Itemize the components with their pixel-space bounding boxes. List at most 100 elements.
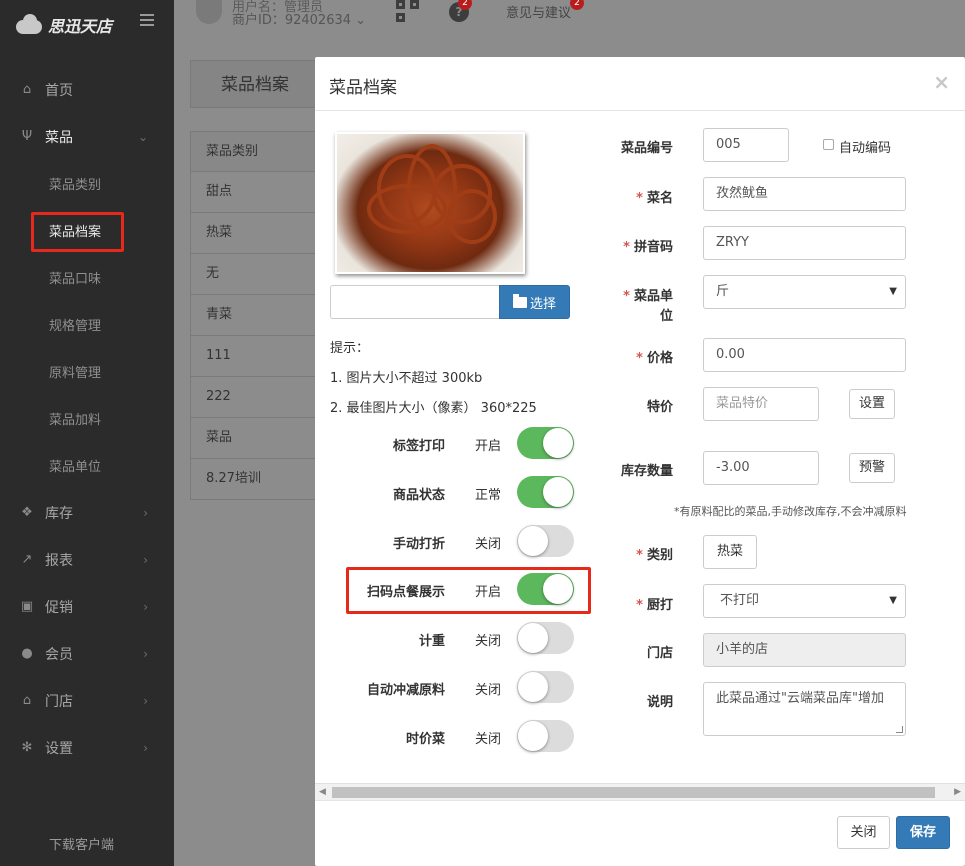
scroll-left-icon[interactable]: ◀ bbox=[319, 787, 326, 797]
stock-alert-button[interactable]: 预警 bbox=[849, 453, 895, 483]
sidebar-item-label: 报表 bbox=[45, 552, 73, 569]
description-textarea[interactable]: 此菜品通过"云端菜品库"增加 bbox=[703, 682, 906, 736]
select-image-button[interactable]: 选择 bbox=[499, 285, 570, 319]
sidebar-item-home[interactable]: ⌂ 首页 bbox=[0, 66, 174, 113]
sidebar-item-stores[interactable]: ⌂ 门店 › bbox=[0, 677, 174, 724]
switch-label: 计重 bbox=[418, 634, 445, 649]
kitchen-print-value: 不打印 bbox=[720, 593, 760, 608]
sidebar-item-reports[interactable]: ↗ 报表 › bbox=[0, 536, 174, 583]
auto-deduct-toggle[interactable] bbox=[517, 671, 574, 703]
store-input: 小羊的店 bbox=[703, 633, 906, 667]
auto-code-checkbox[interactable] bbox=[823, 139, 834, 150]
table-row[interactable]: 热菜 bbox=[190, 213, 330, 254]
category-label: * 类别 bbox=[636, 548, 673, 563]
close-icon[interactable]: × bbox=[933, 70, 950, 94]
save-button[interactable]: 保存 bbox=[896, 816, 950, 849]
gear-icon: ✻ bbox=[21, 740, 33, 755]
menu-toggle-icon[interactable] bbox=[140, 14, 154, 26]
name-input[interactable]: 孜然鱿鱼 bbox=[703, 177, 906, 211]
bank-icon: ⌂ bbox=[22, 693, 32, 708]
caret-down-icon: ▼ bbox=[889, 595, 897, 606]
resize-grip-icon[interactable] bbox=[896, 726, 903, 733]
sidebar-item-dishes[interactable]: Ψ 菜品 ⌄ bbox=[0, 113, 174, 160]
app-logo[interactable]: 思迅天店 bbox=[16, 10, 112, 40]
manual-discount-toggle[interactable] bbox=[517, 525, 574, 557]
table-row[interactable]: 111 bbox=[190, 336, 330, 377]
switch-row-product-status: 商品状态 正常 bbox=[315, 476, 595, 510]
switch-state: 关闭 bbox=[475, 634, 502, 649]
table-row[interactable]: 甜点 bbox=[190, 172, 330, 213]
sidebar: 思迅天店 ⌂ 首页 Ψ 菜品 ⌄ 菜品类别 菜品档案 菜品口味 规格管理 原料管… bbox=[0, 0, 174, 866]
horizontal-scrollbar[interactable]: ◀ ▶ bbox=[315, 783, 965, 800]
chevron-right-icon: › bbox=[143, 646, 148, 661]
price-input[interactable]: 0.00 bbox=[703, 338, 906, 372]
download-client-link[interactable]: 下载客户端 bbox=[49, 834, 114, 853]
pinyin-input[interactable]: ZRYY bbox=[703, 226, 906, 260]
unit-select[interactable]: 斤 ▼ bbox=[703, 275, 906, 309]
gift-icon: ▣ bbox=[20, 599, 34, 614]
market-price-toggle[interactable] bbox=[517, 720, 574, 752]
unit-label-wrap: 位 bbox=[659, 309, 673, 324]
label-print-toggle[interactable] bbox=[517, 427, 574, 459]
chevron-down-icon: ⌄ bbox=[355, 13, 367, 28]
feedback-link[interactable]: 意见与建议 bbox=[506, 2, 571, 21]
tab-dish-archive[interactable]: 菜品档案 bbox=[190, 60, 330, 108]
sidebar-item-settings[interactable]: ✻ 设置 › bbox=[0, 724, 174, 771]
code-label: 菜品编号 bbox=[620, 141, 673, 156]
chevron-right-icon: › bbox=[143, 552, 148, 567]
special-price-set-button[interactable]: 设置 bbox=[849, 389, 895, 419]
home-icon: ⌂ bbox=[22, 82, 32, 97]
hint-title: 提示： bbox=[330, 341, 370, 356]
sidebar-subitem-ingredients[interactable]: 原料管理 bbox=[0, 348, 174, 395]
table-row[interactable]: 菜品 bbox=[190, 418, 330, 459]
image-file-input[interactable] bbox=[330, 285, 499, 319]
switch-label: 自动冲减原料 bbox=[366, 683, 445, 698]
stock-input[interactable]: -3.00 bbox=[703, 451, 819, 485]
kitchen-print-select[interactable]: 不打印 ▼ bbox=[703, 584, 906, 618]
sidebar-subitem-categories[interactable]: 菜品类别 bbox=[0, 160, 174, 207]
category-table: 菜品类别 甜点 热菜 无 青菜 111 222 菜品 8.27培训 bbox=[190, 131, 330, 500]
unit-label: * 菜品单 bbox=[623, 289, 673, 304]
code-input[interactable]: 005 bbox=[703, 128, 789, 162]
hint-best-size: 2. 最佳图片大小（像素） 360*225 bbox=[330, 401, 537, 416]
sidebar-item-members[interactable]: ● 会员 › bbox=[0, 630, 174, 677]
store-label: 门店 bbox=[646, 646, 673, 661]
table-row[interactable]: 青菜 bbox=[190, 295, 330, 336]
category-button[interactable]: 热菜 bbox=[703, 535, 757, 569]
switch-label: 手动打折 bbox=[392, 537, 445, 552]
chart-icon: ↗ bbox=[21, 552, 33, 567]
table-row[interactable]: 无 bbox=[190, 254, 330, 295]
switch-row-label-print: 标签打印 开启 bbox=[315, 427, 595, 461]
weighing-toggle[interactable] bbox=[517, 622, 574, 654]
annotation-highlight-box bbox=[31, 212, 124, 252]
merchant-id-dropdown[interactable]: 商户ID：92402634 ⌄ bbox=[232, 9, 366, 28]
switch-state: 关闭 bbox=[475, 537, 502, 552]
switch-state: 开启 bbox=[475, 439, 502, 454]
sidebar-subitem-specs[interactable]: 规格管理 bbox=[0, 301, 174, 348]
sidebar-item-label: 首页 bbox=[45, 82, 73, 99]
qr-code-icon[interactable] bbox=[396, 0, 420, 22]
table-header: 菜品类别 bbox=[190, 131, 330, 172]
special-price-label: 特价 bbox=[646, 400, 673, 415]
dish-photo-image bbox=[337, 134, 523, 272]
chevron-right-icon: › bbox=[143, 505, 148, 520]
price-label: * 价格 bbox=[636, 351, 673, 366]
switch-row-market-price: 时价菜 关闭 bbox=[315, 720, 595, 754]
table-row[interactable]: 222 bbox=[190, 377, 330, 418]
switch-label: 商品状态 bbox=[392, 488, 445, 503]
sidebar-subitem-units[interactable]: 菜品单位 bbox=[0, 442, 174, 489]
product-status-toggle[interactable] bbox=[517, 476, 574, 508]
avatar[interactable] bbox=[196, 0, 222, 24]
sidebar-subitem-addons[interactable]: 菜品加料 bbox=[0, 395, 174, 442]
switch-row-weighing: 计重 关闭 bbox=[315, 622, 595, 656]
scrollbar-thumb[interactable] bbox=[332, 787, 935, 798]
topbar: 用户名：管理员 商户ID：92402634 ⌄ ? 2 意见与建议 2 bbox=[174, 0, 965, 40]
table-row[interactable]: 8.27培训 bbox=[190, 459, 330, 500]
special-price-input[interactable]: 菜品特价 bbox=[703, 387, 819, 421]
close-button[interactable]: 关闭 bbox=[837, 816, 890, 849]
sidebar-subitem-flavors[interactable]: 菜品口味 bbox=[0, 254, 174, 301]
sidebar-item-label: 门店 bbox=[45, 693, 73, 710]
sidebar-item-inventory[interactable]: ❖ 库存 › bbox=[0, 489, 174, 536]
scroll-right-icon[interactable]: ▶ bbox=[954, 787, 961, 797]
sidebar-item-promotions[interactable]: ▣ 促销 › bbox=[0, 583, 174, 630]
